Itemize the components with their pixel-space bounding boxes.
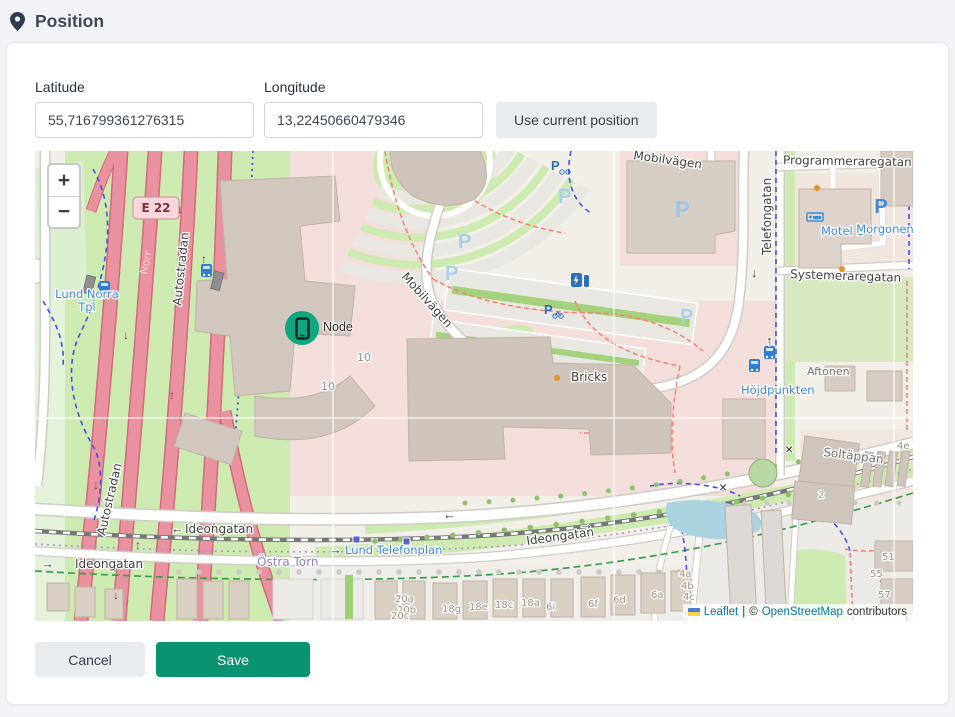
parking-icon: P [680, 306, 693, 328]
street-label-ideongatan: Ideongatan [75, 557, 143, 571]
map-attribution: Leaflet | © OpenStreetMap contributors [683, 604, 913, 621]
house-number: 4b [681, 581, 694, 592]
oneway-arrow-icon: ↓ [123, 328, 129, 342]
svg-text:P: P [544, 302, 553, 317]
leaflet-link[interactable]: Leaflet [704, 606, 739, 618]
page-header: Position [0, 0, 955, 42]
street-label-e22: E 22 [141, 201, 170, 215]
map-tiles: E 22 Norr Autostradan Autostradan Mobilv… [35, 151, 913, 621]
longitude-input[interactable] [264, 102, 483, 138]
house-number: 51 [882, 552, 895, 563]
longitude-field: Longitude [264, 79, 483, 138]
poi-dot [554, 375, 560, 381]
latitude-field: Latitude [35, 79, 254, 138]
parking-icon: P [445, 263, 458, 285]
house-number: 10 [321, 380, 335, 393]
parking-icon: P [874, 196, 887, 218]
smartphone-icon [295, 317, 310, 340]
place-label-lund-telefonplan: Lund Telefonplan [345, 543, 442, 557]
save-button[interactable]: Save [156, 642, 310, 677]
house-number: 57 [878, 590, 891, 601]
zoom-in-button[interactable]: + [49, 165, 79, 196]
house-number: 4e [897, 441, 910, 452]
node-marker-label: Node [323, 320, 353, 334]
place-label-lund-norra-tpl: Tpl [77, 300, 96, 314]
parking-garage-icon: P [675, 197, 690, 222]
longitude-label: Longitude [264, 79, 483, 95]
oneway-arrow-icon: ↑ [169, 388, 175, 402]
house-number: 18g [442, 604, 461, 615]
house-number: 18c [495, 600, 513, 611]
rail-crossing-icon: × [785, 441, 793, 457]
street-label-ideongatan: Ideongatan [185, 522, 253, 536]
oneway-arrow-icon: → [580, 517, 593, 532]
charging-station-icon [571, 273, 589, 287]
oneway-arrow-icon: → [41, 556, 54, 571]
place-label-morgonen: Morgonen [856, 222, 913, 236]
house-number: 4a [679, 569, 692, 580]
latitude-input[interactable] [35, 102, 254, 138]
oneway-arrow-icon: ← [443, 507, 456, 522]
place-label-bricks: Bricks [571, 370, 607, 384]
house-number: 18a [521, 598, 540, 609]
place-label-aftonen: Aftonen [807, 365, 850, 378]
node-marker[interactable] [285, 311, 319, 345]
house-number: 6d [613, 595, 626, 606]
map-pin-icon [10, 12, 25, 31]
oneway-arrow-icon: ↓ [177, 202, 183, 216]
cancel-button[interactable]: Cancel [35, 642, 145, 677]
oneway-arrow-icon: ↓ [751, 265, 758, 280]
rail-crossing-icon: × [719, 479, 727, 495]
place-label-hojdpunkten: Höjdpunkten [741, 383, 815, 397]
street-label-programmeraregatan: Programmeraregatan [783, 153, 912, 169]
street-label-telefongatan: Telefongatan [760, 178, 774, 256]
oneway-arrow-icon: ↓ [93, 478, 99, 492]
oneway-arrow-icon: ← [171, 521, 184, 536]
oneway-arrow-icon: ↓ [113, 588, 119, 602]
ukraine-flag-icon [688, 608, 700, 616]
oneway-arrow-icon: ↑ [201, 252, 207, 266]
parking-icon: P [558, 186, 571, 208]
copyright-symbol: © [749, 606, 757, 618]
house-number: 4c [683, 592, 695, 603]
oneway-arrow-icon: ↑ [135, 538, 141, 552]
openstreetmap-link[interactable]: OpenStreetMap [762, 606, 843, 618]
house-number: 6a [651, 590, 664, 601]
attribution-contributors: contributors [847, 606, 907, 618]
house-number: 20a [395, 594, 414, 605]
page-title: Position [35, 11, 104, 32]
house-number: 6i [546, 602, 555, 613]
place-label-ostra-torn: Östra Torn [257, 553, 318, 569]
zoom-out-button[interactable]: − [49, 196, 79, 227]
house-number: 55 [870, 569, 883, 580]
place-label-lund-norra: Lund Norra [55, 287, 119, 301]
poi-dot [814, 185, 820, 191]
house-number: 6f [588, 599, 598, 610]
attribution-separator: | [742, 606, 745, 618]
parking-icon: P [458, 231, 471, 253]
oneway-arrow-icon: ↑ [766, 333, 773, 348]
oneway-arrow-icon: → [329, 542, 342, 557]
position-card: Latitude Longitude Use current position [6, 42, 949, 705]
svg-text:P: P [551, 158, 560, 173]
house-number: 2 [818, 490, 824, 501]
house-number: 20c [391, 611, 409, 621]
map-zoom-control: + − [47, 163, 81, 229]
latitude-label: Latitude [35, 79, 254, 95]
house-number: 10 [357, 351, 371, 364]
map[interactable]: E 22 Norr Autostradan Autostradan Mobilv… [35, 151, 913, 621]
house-number: 18e [469, 602, 488, 613]
use-current-position-button[interactable]: Use current position [496, 102, 657, 138]
